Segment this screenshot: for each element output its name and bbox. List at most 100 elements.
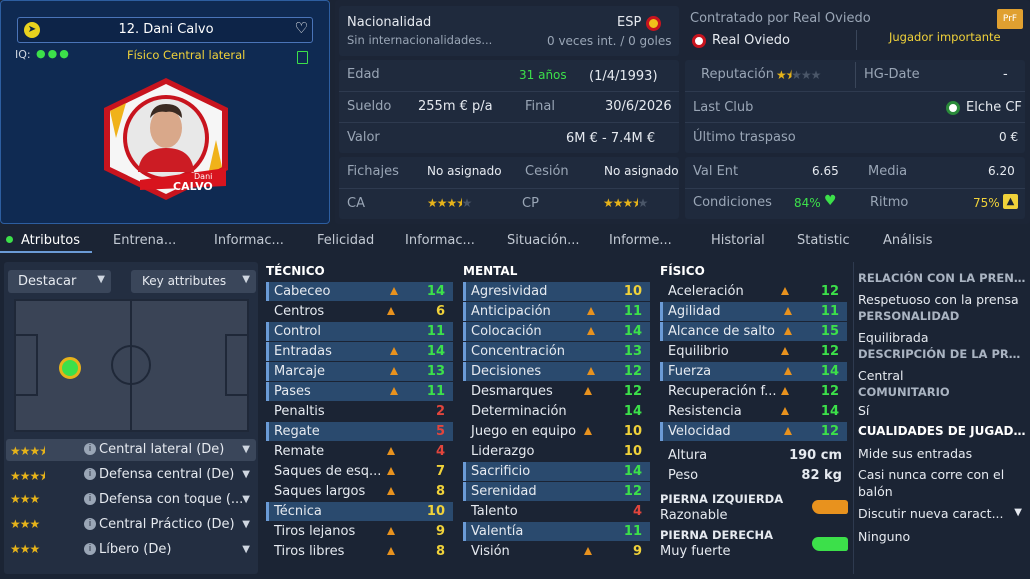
tecnico-attr-row[interactable]: Centros 6 <box>266 302 453 321</box>
tecnico-attr-row[interactable]: Remate 4 <box>266 442 453 461</box>
tab-informacion-2[interactable]: Informac... <box>405 233 475 248</box>
mental-attr-row[interactable]: Decisiones 12 <box>463 362 650 381</box>
player-position-marker[interactable] <box>59 357 81 379</box>
tecnico-attr-row[interactable]: Cabeceo 14 <box>266 282 453 301</box>
tab-historial[interactable]: Historial <box>711 233 765 248</box>
fisico-attr-value: 14 <box>820 404 839 419</box>
tab-analisis[interactable]: Análisis <box>883 233 932 248</box>
mental-attr-row[interactable]: Talento 4 <box>463 502 650 521</box>
tecnico-attr-label: Tiros lejanos <box>274 524 356 539</box>
info-icon[interactable]: i <box>84 543 96 555</box>
tab-informacion-1[interactable]: Informac... <box>214 233 284 248</box>
tecnico-attr-label: Saques de esq... <box>274 464 382 479</box>
mental-attr-row[interactable]: Anticipación 11 <box>463 302 650 321</box>
tecnico-attr-row[interactable]: Tiros lejanos 9 <box>266 522 453 541</box>
mental-attr-value: 11 <box>623 304 642 319</box>
right-boot-icon <box>812 537 848 551</box>
tecnico-attr-row[interactable]: Saques largos 8 <box>266 482 453 501</box>
side-divider <box>853 262 854 574</box>
tab-informe[interactable]: Informe... <box>609 233 672 248</box>
tecnico-attr-row[interactable]: Tiros libres 8 <box>266 542 453 561</box>
mental-attr-label: Serenidad <box>471 484 537 499</box>
tecnico-attr-row[interactable]: Regate 5 <box>266 422 453 441</box>
tecnico-attr-value: 14 <box>426 284 445 299</box>
development-arrow-icon <box>587 327 595 335</box>
mental-attr-row[interactable]: Desmarques 12 <box>463 382 650 401</box>
tecnico-attr-row[interactable]: Entradas 14 <box>266 342 453 361</box>
tab-statistic[interactable]: Statistic <box>797 233 850 248</box>
mental-attr-label: Sacrificio <box>471 464 531 479</box>
position-row[interactable]: ★★★ i Central Práctico (De) ▼ <box>6 514 256 536</box>
mental-attr-row[interactable]: Visión 9 <box>463 542 650 561</box>
mental-attr-row[interactable]: Concentración 13 <box>463 342 650 361</box>
position-row[interactable]: ★★★ i Defensa con toque (... ▼ <box>6 489 256 511</box>
signings-label: Fichajes <box>347 164 399 179</box>
info-icon[interactable]: i <box>84 493 96 505</box>
highlight-dropdown[interactable]: Destacar ▼ <box>8 270 111 293</box>
player-name: 12. Dani Calvo <box>118 22 214 37</box>
fisico-attr-row[interactable]: Fuerza 14 <box>660 362 847 381</box>
press-relation-value: Respetuoso con la prensa <box>858 292 1019 307</box>
info-icon[interactable]: i <box>84 443 96 455</box>
key-attributes-dropdown[interactable]: Key attributes ▼ <box>131 270 256 293</box>
tecnico-attr-row[interactable]: Técnica 10 <box>266 502 453 521</box>
fisico-attr-label: Velocidad <box>668 424 731 439</box>
tab-situacion[interactable]: Situación... <box>507 233 580 248</box>
ritmo-value: 75% <box>973 196 1000 210</box>
tecnico-attr-row[interactable]: Control 11 <box>266 322 453 341</box>
fisico-attr-row[interactable]: Equilibrio 12 <box>660 342 847 361</box>
tecnico-attr-row[interactable]: Pases 11 <box>266 382 453 401</box>
mental-attr-row[interactable]: Sacrificio 14 <box>463 462 650 481</box>
mental-attr-row[interactable]: Liderazgo 10 <box>463 442 650 461</box>
tecnico-attr-row[interactable]: Marcaje 13 <box>266 362 453 381</box>
mental-attr-value: 12 <box>623 484 642 499</box>
right-foot-label: PIERNA DERECHA <box>660 528 774 542</box>
salary-label: Sueldo <box>347 99 392 114</box>
fisico-attr-row[interactable]: Velocidad 12 <box>660 422 847 441</box>
position-row[interactable]: ★★★ i Líbero (De) ▼ <box>6 539 256 561</box>
club-name[interactable]: Real Oviedo <box>712 33 790 48</box>
fisico-attr-row[interactable]: Agilidad 11 <box>660 302 847 321</box>
fisico-attr-row[interactable]: Alcance de salto 15 <box>660 322 847 341</box>
prf-badge[interactable]: PrF <box>997 9 1023 29</box>
signings-value: No asignado <box>427 164 502 178</box>
tab-atributos[interactable]: Atributos <box>21 233 80 248</box>
fisico-attr-row[interactable]: Resistencia 14 <box>660 402 847 421</box>
community-value: Sí <box>858 403 870 418</box>
condition-value: 84% <box>794 196 821 210</box>
position-row[interactable]: ★★★⯨ i Defensa central (De) ▼ <box>6 464 256 486</box>
lastclub-value[interactable]: Elche CF <box>966 100 1022 115</box>
iq-label: IQ: <box>15 48 31 61</box>
clipboard-icon[interactable] <box>297 51 308 64</box>
tecnico-attr-row[interactable]: Saques de esq... 7 <box>266 462 453 481</box>
tab-entrenamiento[interactable]: Entrena... <box>113 233 176 248</box>
info-icon[interactable]: i <box>84 518 96 530</box>
mental-attr-value: 14 <box>623 464 642 479</box>
tab-felicidad[interactable]: Felicidad <box>317 233 374 248</box>
value-label: Valor <box>347 130 380 145</box>
chevron-down-icon: ▼ <box>242 494 250 505</box>
mental-header: MENTAL <box>463 264 518 278</box>
position-row[interactable]: ★★★⯨ i Central lateral (De) ▼ <box>6 439 256 461</box>
heart-icon[interactable]: ♡ <box>295 19 308 37</box>
position-stars: ★★★ <box>10 517 40 531</box>
chevron-down-icon: ▼ <box>242 274 250 285</box>
mental-attr-row[interactable]: Juego en equipo 10 <box>463 422 650 441</box>
valent-value: 6.65 <box>812 164 839 178</box>
discuss-traits-dropdown[interactable]: Discutir nueva caract... ▼ <box>858 504 1026 524</box>
position-label: Defensa con toque (... <box>99 492 244 507</box>
trait-4: Ninguno <box>858 529 911 544</box>
info-icon[interactable]: i <box>84 468 96 480</box>
fisico-attr-row[interactable]: Recuperación f... 12 <box>660 382 847 401</box>
chevron-down-icon: ▼ <box>242 544 250 555</box>
tecnico-attr-row[interactable]: Penaltis 2 <box>266 402 453 421</box>
player-name-box[interactable]: ➤ 12. Dani Calvo ♡ <box>17 17 313 43</box>
mental-attr-row[interactable]: Determinación 14 <box>463 402 650 421</box>
ritmo-label: Ritmo <box>870 195 909 210</box>
mental-attr-row[interactable]: Serenidad 12 <box>463 482 650 501</box>
fisico-attr-label: Alcance de salto <box>668 324 775 339</box>
mental-attr-row[interactable]: Agresividad 10 <box>463 282 650 301</box>
mental-attr-row[interactable]: Colocación 14 <box>463 322 650 341</box>
mental-attr-row[interactable]: Valentía 11 <box>463 522 650 541</box>
fisico-attr-row[interactable]: Aceleración 12 <box>660 282 847 301</box>
